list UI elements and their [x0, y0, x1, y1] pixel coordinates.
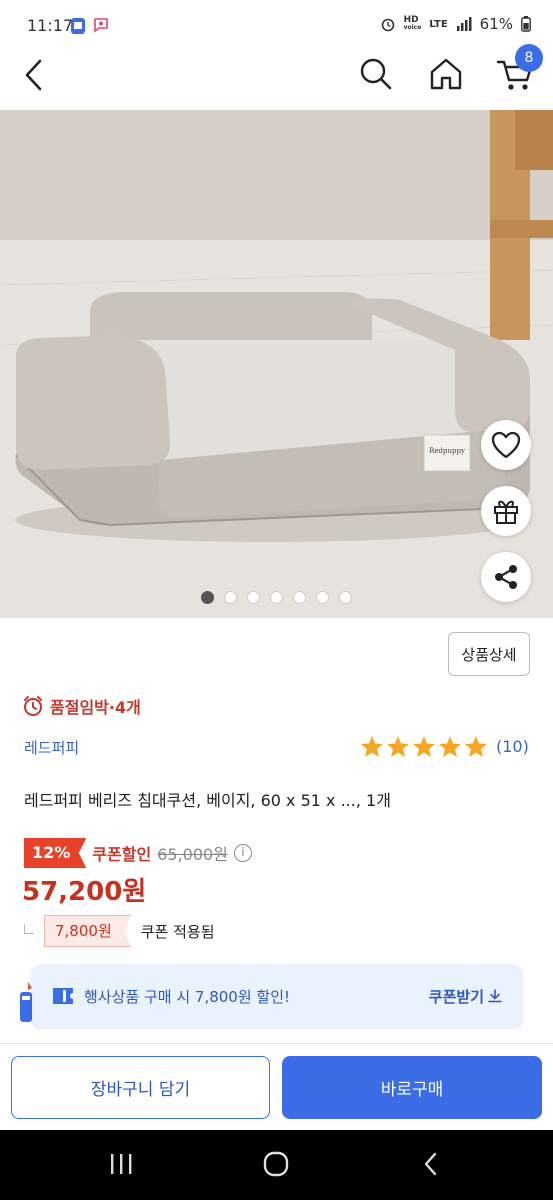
carousel-dot[interactable]: [339, 591, 352, 604]
share-icon: [495, 565, 517, 589]
coupon-amount-chip: 7,800원: [44, 915, 131, 947]
top-nav-bar: [0, 50, 553, 106]
add-to-cart-button[interactable]: 장바구니 담기: [11, 1056, 270, 1119]
original-price: 65,000원: [157, 845, 228, 864]
brand-link[interactable]: 레드퍼피: [24, 737, 79, 758]
product-photo: Redpuppy: [0, 110, 553, 618]
sale-price: 57,200원: [22, 877, 147, 907]
star-icon: [387, 736, 409, 757]
app-notification-icon: [71, 18, 85, 34]
system-navigation-bar: [0, 1130, 553, 1200]
promo-text: 행사상품 구매 시 7,800원 할인!: [84, 987, 291, 1006]
stock-notice: 품절임박·4개: [22, 694, 141, 718]
home-button-icon[interactable]: [262, 1150, 290, 1178]
price-row: 12% 쿠폰할인 65,000원 i: [24, 838, 252, 868]
battery-icon: [521, 16, 531, 32]
svg-text:Redpuppy: Redpuppy: [429, 447, 465, 455]
star-icon: [413, 736, 435, 757]
cart-count-badge: 8: [515, 44, 543, 72]
back-arrow-icon[interactable]: [22, 58, 46, 92]
coupon-discount-label: 쿠폰할인: [92, 845, 152, 864]
recent-apps-icon[interactable]: [108, 1152, 134, 1176]
carousel-dot[interactable]: [316, 591, 329, 604]
buy-now-button[interactable]: 바로구매: [282, 1056, 542, 1119]
get-coupon-label: 쿠폰받기: [428, 987, 484, 1006]
carousel-dot[interactable]: [270, 591, 283, 604]
status-time: 11:17: [27, 16, 74, 35]
wishlist-button[interactable]: [481, 420, 531, 470]
message-notification-icon: [94, 18, 108, 33]
info-icon[interactable]: i: [233, 844, 252, 862]
heart-icon: [491, 431, 521, 459]
product-title: 레드퍼피 베리즈 침대쿠션, 베이지, 60 x 51 x ..., 1개: [24, 791, 391, 810]
product-image[interactable]: Redpuppy: [0, 110, 553, 618]
status-bar: 11:17 HD voice LTE 61%: [0, 0, 553, 50]
lte-indicator: LTE: [429, 18, 448, 30]
coupon-ticket-icon: [53, 988, 73, 1004]
home-icon[interactable]: [428, 56, 464, 92]
star-icon: [465, 736, 487, 757]
discount-badge: 12%: [24, 838, 87, 868]
alarm-icon: [381, 18, 394, 32]
carousel-dot[interactable]: [224, 591, 237, 604]
carousel-dot[interactable]: [293, 591, 306, 604]
image-carousel-dots[interactable]: [201, 591, 352, 604]
stock-notice-text: 품절임박·4개: [50, 698, 141, 717]
gift-icon: [494, 500, 518, 524]
carousel-dot[interactable]: [201, 591, 214, 604]
search-icon[interactable]: [358, 56, 394, 92]
get-coupon-link[interactable]: 쿠폰받기: [429, 986, 502, 1007]
battery-percent: 61%: [479, 15, 513, 33]
product-detail-button[interactable]: 상품상세: [448, 632, 530, 676]
download-icon: [488, 989, 502, 1003]
alarm-clock-icon: [24, 696, 42, 716]
signal-icon: [456, 17, 472, 31]
coupon-row: 7,800원 쿠폰 적용됨: [24, 915, 215, 947]
carousel-dot[interactable]: [247, 591, 260, 604]
coupon-applied-text: 쿠폰 적용됨: [140, 922, 215, 941]
rating[interactable]: (10): [360, 735, 529, 758]
status-right: HD voice LTE 61%: [380, 15, 531, 33]
star-icon: [361, 736, 383, 757]
gift-button[interactable]: [481, 486, 531, 536]
share-button[interactable]: [481, 552, 531, 602]
bottom-action-bar: 장바구니 담기 바로구매: [0, 1043, 553, 1130]
system-back-icon[interactable]: [420, 1151, 442, 1177]
hd-voice-indicator: HD voice: [403, 15, 422, 32]
promo-banner[interactable]: 행사상품 구매 시 7,800원 할인! 쿠폰받기: [32, 965, 522, 1027]
review-count[interactable]: (10): [496, 737, 529, 756]
star-icon: [439, 736, 461, 757]
tree-corner-icon: [24, 924, 34, 934]
